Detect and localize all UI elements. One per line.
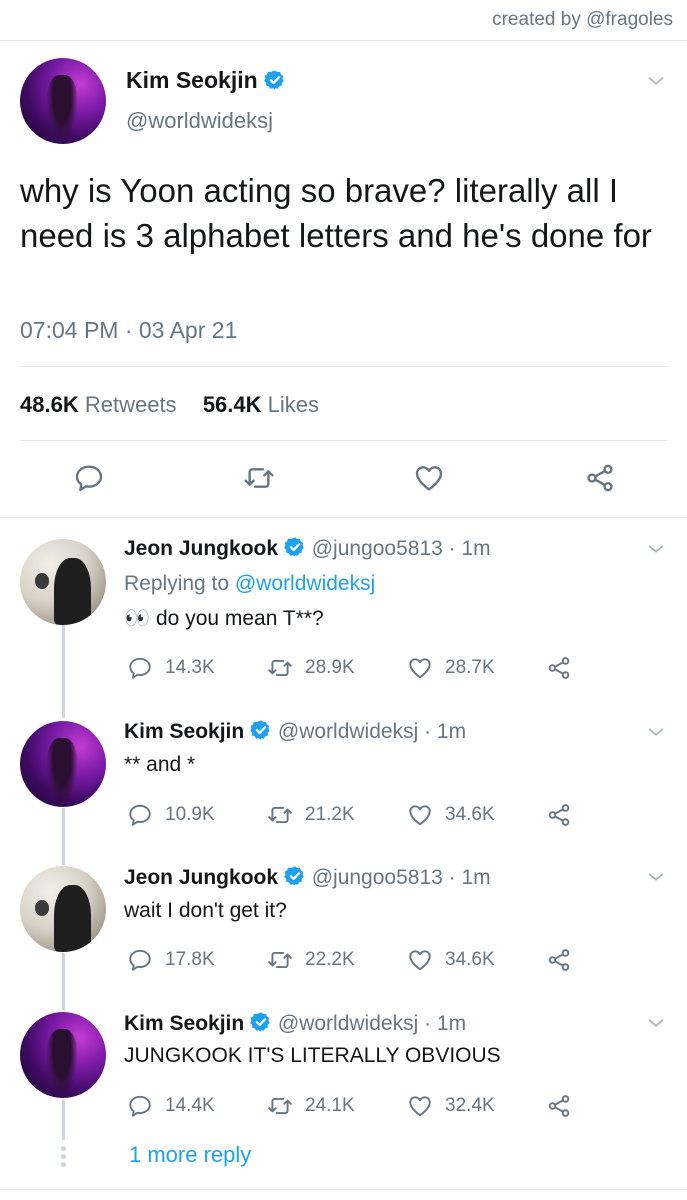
tweet-text: why is Yoon acting so brave? literally a… (20, 172, 652, 254)
verified-badge-icon (250, 719, 272, 741)
replying-to-link[interactable]: @worldwideksj (235, 572, 375, 595)
reply-time: · 1m (448, 537, 491, 560)
author-handle[interactable]: @worldwideksj (126, 108, 273, 134)
reply-author-name[interactable]: Jeon Jungkook (124, 537, 278, 560)
reply-author-handle[interactable]: @jungoo5813 (312, 537, 443, 560)
avatar[interactable] (20, 721, 106, 807)
retweet-icon[interactable] (243, 462, 275, 494)
reply-author-handle[interactable]: @worldwideksj (278, 1012, 418, 1035)
thread-line (62, 625, 65, 718)
author-name[interactable]: Kim Seokjin (126, 67, 258, 93)
reply-icon[interactable] (127, 1093, 153, 1119)
reply-time: · 1m (424, 720, 467, 743)
heart-icon[interactable] (407, 655, 433, 681)
reply-time: · 1m (448, 866, 491, 889)
heart-icon[interactable] (413, 462, 445, 494)
credit-text: created by @fragoles (492, 9, 673, 30)
bottom-divider (0, 1189, 687, 1190)
avatar[interactable] (20, 58, 106, 144)
heart-icon[interactable] (407, 802, 433, 828)
share-icon[interactable] (546, 1093, 572, 1119)
reply-text: wait I don't get it? (124, 899, 287, 922)
chevron-down-icon[interactable] (645, 70, 667, 92)
reply-header: Jeon Jungkook @jungoo5813 · 1m (124, 536, 491, 561)
reply-action[interactable]: 10.9K (127, 802, 215, 828)
share-icon[interactable] (584, 462, 616, 494)
avatar[interactable] (20, 1012, 106, 1098)
reply-text: ** and * (124, 753, 196, 776)
share-icon[interactable] (546, 655, 572, 681)
retweet-icon[interactable] (267, 802, 293, 828)
chevron-down-icon[interactable] (645, 866, 667, 888)
reply-author-handle[interactable]: @jungoo5813 (312, 866, 443, 889)
like-action[interactable]: 32.4K (407, 1093, 495, 1119)
chevron-down-icon[interactable] (645, 1012, 667, 1034)
thread-line (62, 1100, 65, 1140)
reply-header: Kim Seokjin @worldwideksj · 1m (124, 719, 466, 744)
share-icon[interactable] (546, 802, 572, 828)
reply-author-name[interactable]: Jeon Jungkook (124, 866, 278, 889)
reply-header: Kim Seokjin @worldwideksj · 1m (124, 1011, 466, 1036)
reply-text: JUNGKOOK IT'S LITERALLY OBVIOUS (124, 1044, 501, 1067)
avatar[interactable] (20, 866, 106, 952)
reply-action[interactable]: 14.4K (127, 1093, 215, 1119)
tweet-timestamp: 07:04 PM · 03 Apr 21 (20, 317, 238, 343)
main-tweet-author[interactable]: Kim Seokjin (126, 67, 286, 94)
reply-icon[interactable] (73, 462, 105, 494)
retweet-action[interactable]: 21.2K (267, 802, 355, 828)
likes-stat[interactable]: 56.4K Likes (203, 392, 319, 417)
retweet-icon[interactable] (267, 947, 293, 973)
chevron-down-icon[interactable] (645, 721, 667, 743)
like-action[interactable]: 34.6K (407, 802, 495, 828)
retweet-icon[interactable] (267, 1093, 293, 1119)
avatar[interactable] (20, 539, 106, 625)
reply-header: Jeon Jungkook @jungoo5813 · 1m (124, 865, 491, 890)
divider (20, 440, 667, 441)
reply-icon[interactable] (127, 802, 153, 828)
reply-author-name[interactable]: Kim Seokjin (124, 1012, 244, 1035)
more-replies-link[interactable]: 1 more reply (129, 1142, 251, 1168)
divider (0, 517, 687, 518)
reply-author-name[interactable]: Kim Seokjin (124, 720, 244, 743)
thread-line (62, 953, 65, 1010)
like-action[interactable]: 34.6K (407, 947, 495, 973)
eyes-emoji: 👀 (124, 607, 151, 630)
like-action[interactable]: 28.7K (407, 655, 495, 681)
reply-action[interactable]: 14.3K (127, 655, 215, 681)
reply-time: · 1m (424, 1012, 467, 1035)
reply-icon[interactable] (127, 947, 153, 973)
heart-icon[interactable] (407, 1093, 433, 1119)
retweet-action[interactable]: 24.1K (267, 1093, 355, 1119)
verified-badge-icon (264, 69, 286, 91)
verified-badge-icon (284, 536, 306, 558)
heart-icon[interactable] (407, 947, 433, 973)
thread-dot (61, 1146, 66, 1151)
thread-dot (61, 1154, 66, 1159)
reply-action[interactable]: 17.8K (127, 947, 215, 973)
replying-to: Replying to @worldwideksj (124, 572, 376, 595)
share-icon[interactable] (546, 947, 572, 973)
divider (20, 366, 667, 367)
reply-text: 👀 do you mean T**? (124, 607, 324, 630)
chevron-down-icon[interactable] (645, 538, 667, 560)
retweet-icon[interactable] (267, 655, 293, 681)
verified-badge-icon (284, 865, 306, 887)
thread-line (62, 808, 65, 865)
top-divider (0, 40, 687, 41)
thread-dot (61, 1162, 66, 1167)
retweet-action[interactable]: 28.9K (267, 655, 355, 681)
reply-icon[interactable] (127, 655, 153, 681)
verified-badge-icon (250, 1011, 272, 1033)
retweets-stat[interactable]: 48.6K Retweets (20, 392, 177, 417)
retweet-action[interactable]: 22.2K (267, 947, 355, 973)
tweet-stats: 48.6K Retweets 56.4K Likes (20, 392, 319, 418)
reply-author-handle[interactable]: @worldwideksj (278, 720, 418, 743)
